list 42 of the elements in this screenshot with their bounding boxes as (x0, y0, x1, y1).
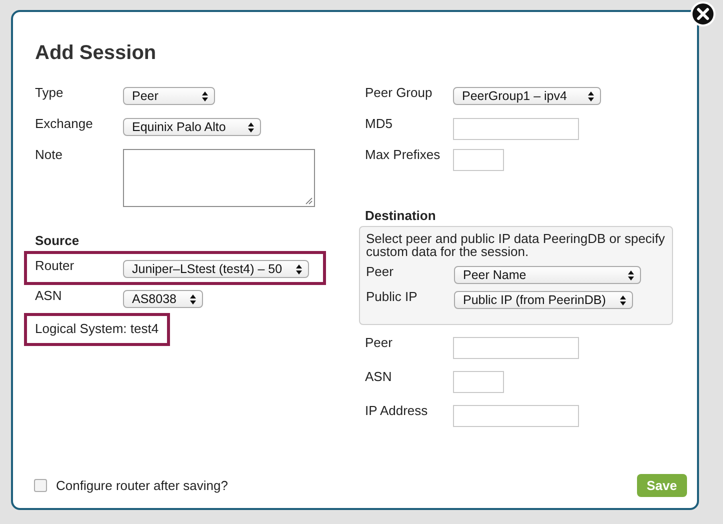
input-field[interactable] (453, 337, 579, 359)
section-heading: Destination (365, 208, 437, 223)
note-textarea[interactable] (123, 149, 315, 207)
input-field[interactable] (453, 118, 579, 140)
field-label: ASN (35, 288, 63, 304)
select-field[interactable]: PeerGroup1 – ipv4 (453, 87, 601, 105)
select-field[interactable]: Equinix Palo Alto (123, 118, 261, 136)
updown-arrow-icon (248, 122, 254, 132)
select-field[interactable]: Peer Name (454, 266, 641, 284)
input-field[interactable] (453, 405, 579, 427)
select-field[interactable]: Public IP (from PeerinDB) (454, 291, 633, 309)
field-label: Max Prefixes (365, 147, 442, 163)
resize-grip-icon (305, 197, 313, 205)
select-field[interactable]: Juniper–LStest (test4) – 50 (123, 260, 309, 278)
select-field[interactable]: AS8038 (123, 290, 203, 308)
updown-arrow-icon (202, 90, 208, 102)
field-label: Exchange (35, 116, 94, 132)
input-field[interactable] (453, 149, 504, 171)
field-label: Peer (365, 335, 394, 351)
updown-arrow-icon (588, 90, 594, 102)
section-heading: Source (35, 233, 80, 248)
field-label: MD5 (365, 116, 394, 132)
hint-text: Select peer and public IP data PeeringDB or specify custom data for the session. (366, 232, 666, 258)
dialog-title: Add Session (35, 41, 158, 65)
field-label: Peer Group (365, 85, 434, 101)
field-label: Router (35, 258, 76, 274)
updown-arrow-icon (628, 270, 634, 280)
checkbox-label: Configure router after saving? (56, 478, 228, 493)
updown-arrow-icon (620, 294, 626, 306)
field-label: IP Address (365, 403, 429, 419)
field-label: Note (35, 147, 64, 163)
field-label: ASN (365, 369, 393, 385)
close-icon[interactable] (690, 1, 716, 27)
select-field[interactable]: Peer (123, 87, 215, 105)
updown-arrow-icon (190, 294, 196, 304)
input-field[interactable] (453, 371, 504, 393)
field-label: Peer (366, 264, 394, 280)
field-label: Public IP (366, 289, 418, 305)
updown-arrow-icon (296, 264, 302, 274)
logical-system-text: Logical System: test4 (24, 313, 170, 346)
checkbox[interactable] (34, 479, 47, 492)
field-label: Type (35, 85, 64, 101)
